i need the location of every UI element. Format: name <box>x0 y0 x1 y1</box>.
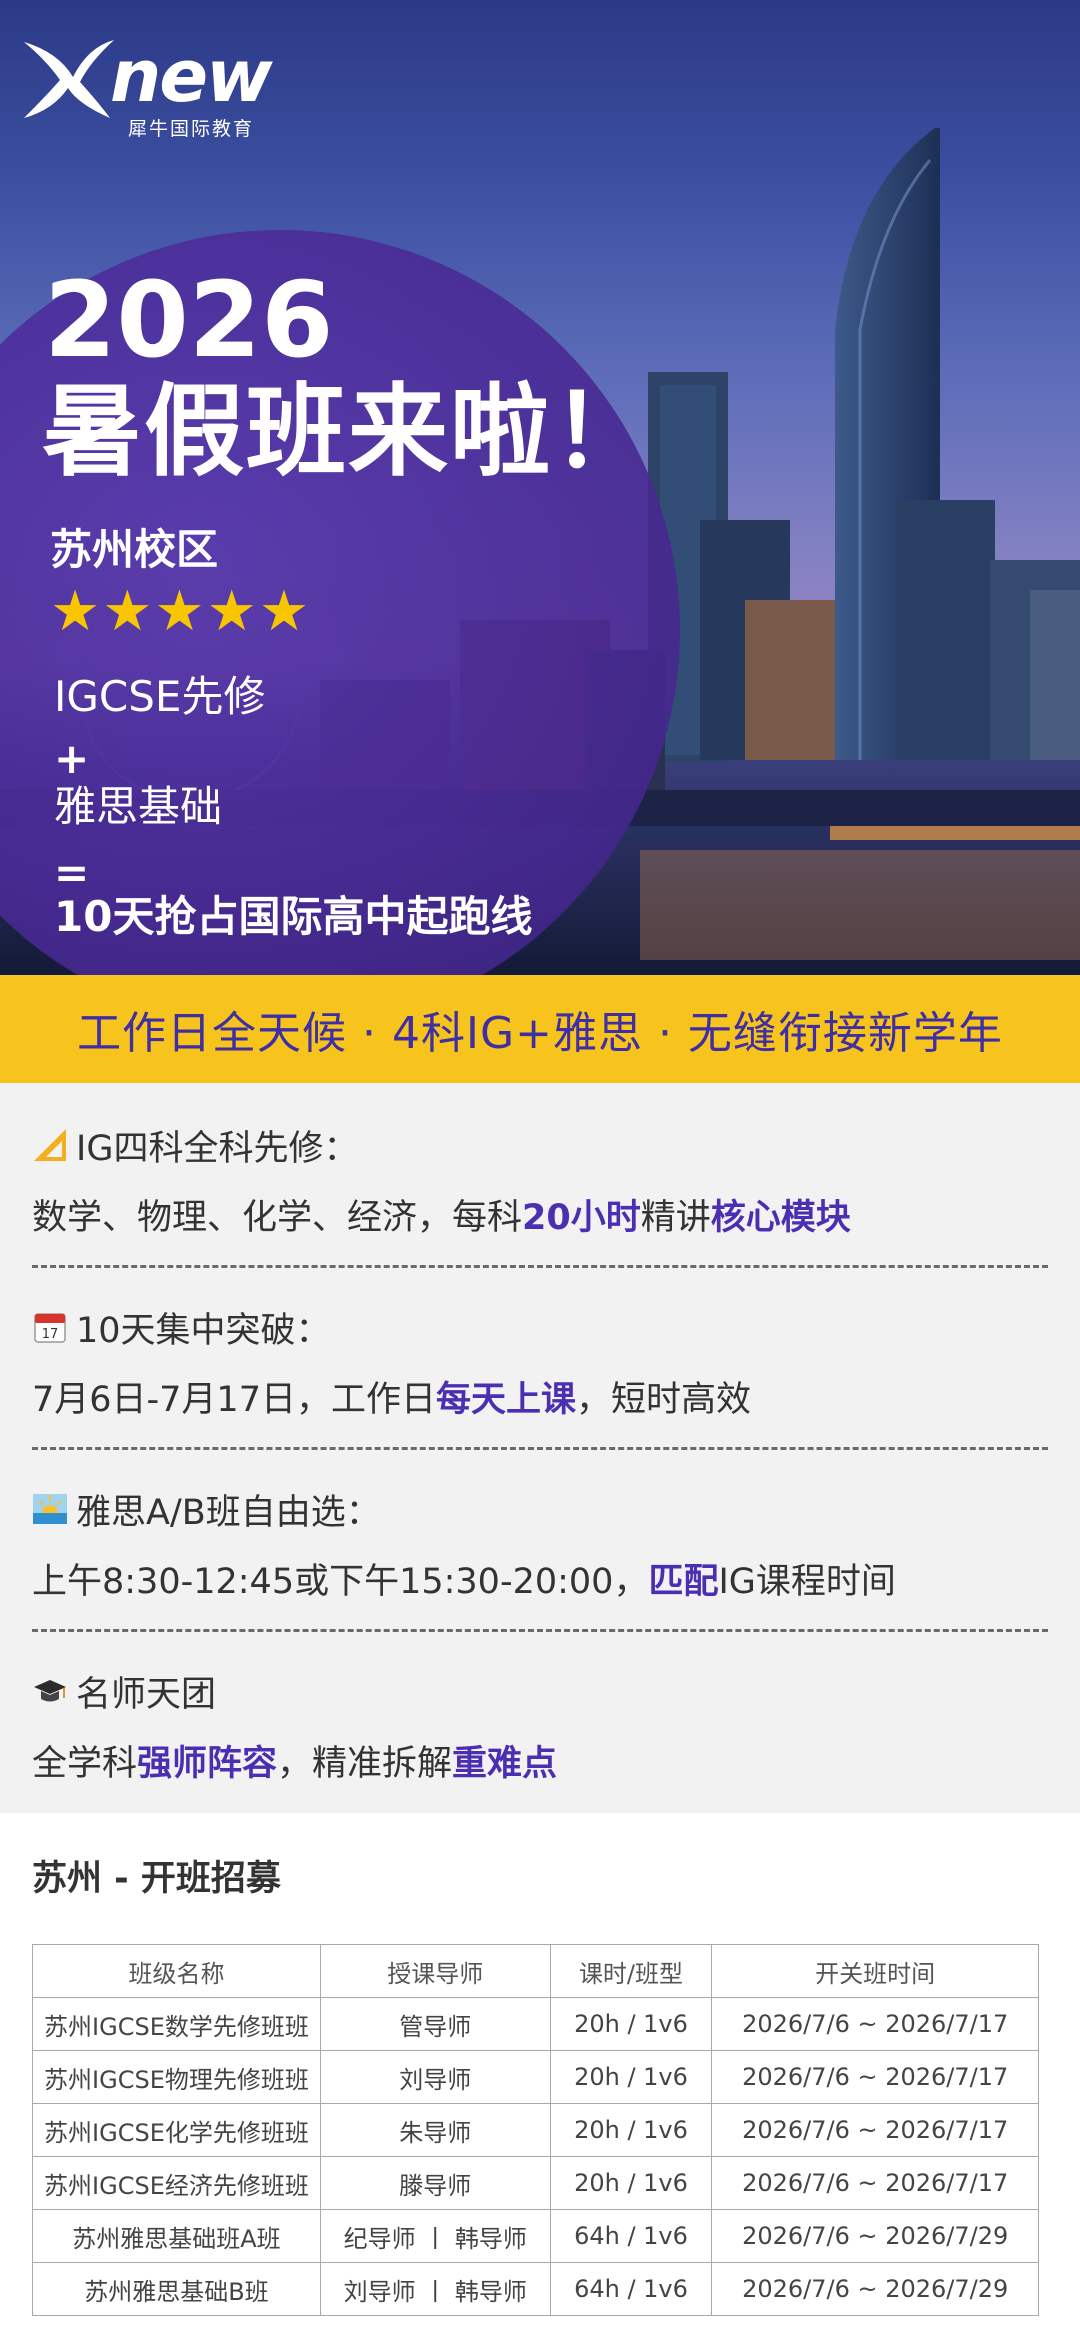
feature-teachers-highlight: 强师阵容 <box>137 1744 278 1784</box>
feature-ielts-body: 上午8:30-12:45或下午15:30-20:00，匹配IG课程时间 <box>32 1553 1052 1604</box>
feature-intensive: 17 10天集中突破： 7月6日-7月17日，工作日每天上课，短时高效 <box>32 1305 1052 1422</box>
hero-plus-sign: + <box>54 734 90 783</box>
column-header: 班级名称 <box>32 1944 321 1998</box>
teacher-cell: 刘导师 <box>319 2050 551 2104</box>
dates-cell: 2026/7/6 ~ 2026/7/17 <box>711 2103 1039 2157</box>
class-name-cell: 苏州IGCSE数学先修班班 <box>32 1997 321 2051</box>
schedule-title: 苏州 - 开班招募 <box>32 1850 281 1901</box>
teacher-cell: 朱导师 <box>319 2103 551 2157</box>
feature-ig-core: 核心模块 <box>710 1198 851 1238</box>
table-row: 苏州IGCSE物理先修班班 刘导师 20h / 1v6 2026/7/6 ~ 2… <box>32 2050 1039 2104</box>
highlight-banner: 工作日全天候 · 4科IG+雅思 · 无缝衔接新学年 <box>0 975 1080 1083</box>
table-row: 苏州IGCSE化学先修班班 朱导师 20h / 1v6 2026/7/6 ~ 2… <box>32 2103 1039 2157</box>
feature-ielts-text: 上午8:30-12:45或下午15:30-20:00， <box>32 1562 649 1602</box>
hours-cell: 20h / 1v6 <box>549 2050 713 2104</box>
divider-2 <box>32 1447 1048 1450</box>
dates-cell: 2026/7/6 ~ 2026/7/17 <box>711 2156 1039 2210</box>
hero-year: 2026 <box>44 259 334 381</box>
teacher-cell: 管导师 <box>319 1997 551 2051</box>
divider-3 <box>32 1629 1048 1632</box>
hero-equals-sign: = <box>54 848 90 897</box>
teacher-cell: 滕导师 <box>319 2156 551 2210</box>
graduation-cap-icon <box>32 1673 68 1709</box>
feature-ielts: 雅思A/B班自由选： 上午8:30-12:45或下午15:30-20:00，匹配… <box>32 1487 1052 1604</box>
feature-ig-hours: 20小时 <box>522 1198 641 1238</box>
feature-teachers-text: 全学科 <box>32 1744 138 1784</box>
sunrise-icon <box>32 1491 68 1527</box>
class-name-cell: 苏州IGCSE化学先修班班 <box>32 2103 321 2157</box>
table-header-row: 班级名称 授课导师 课时/班型 开关班时间 <box>32 1944 1039 1998</box>
hours-cell: 64h / 1v6 <box>549 2262 713 2316</box>
hero-tagline: 10天抢占国际高中起跑线 <box>54 892 533 941</box>
column-header: 授课导师 <box>319 1944 551 1998</box>
table-row: 苏州雅思基础B班 刘导师 丨 韩导师 64h / 1v6 2026/7/6 ~ … <box>32 2262 1039 2316</box>
brand-wordmark: new <box>110 34 273 118</box>
hours-cell: 20h / 1v6 <box>549 2156 713 2210</box>
table-row: 苏州IGCSE数学先修班班 管导师 20h / 1v6 2026/7/6 ~ 2… <box>32 1997 1039 2051</box>
table-row: 苏州雅思基础班A班 纪导师 丨 韩导师 64h / 1v6 2026/7/6 ~… <box>32 2209 1039 2263</box>
feature-intensive-text: 7月6日-7月17日，工作日 <box>32 1380 436 1420</box>
dates-cell: 2026/7/6 ~ 2026/7/17 <box>711 1997 1039 2051</box>
feature-ig-body: 数学、物理、化学、经济，每科20小时精讲核心模块 <box>32 1189 1052 1240</box>
feature-ielts-text-2: IG课程时间 <box>718 1562 896 1602</box>
feature-teachers-body: 全学科强师阵容，精准拆解重难点 <box>32 1735 1052 1786</box>
brand-subtitle: 犀牛国际教育 <box>128 118 255 140</box>
hero-ielts-line: 雅思基础 <box>54 782 223 831</box>
dates-cell: 2026/7/6 ~ 2026/7/17 <box>711 2050 1039 2104</box>
divider-1 <box>32 1265 1048 1268</box>
feature-intensive-head: 10天集中突破： <box>76 1310 331 1351</box>
hours-cell: 64h / 1v6 <box>549 2209 713 2263</box>
banner-text: 工作日全天候 · 4科IG+雅思 · 无缝衔接新学年 <box>77 1008 1003 1059</box>
rhino-x-logo-icon <box>24 40 114 118</box>
brand-logo: new 犀牛国际教育 <box>18 32 288 142</box>
feature-ielts-head: 雅思A/B班自由选： <box>76 1492 381 1533</box>
column-header: 开关班时间 <box>711 1944 1039 1998</box>
schedule-title-main: 开班招募 <box>140 1859 281 1899</box>
hours-cell: 20h / 1v6 <box>549 2103 713 2157</box>
dates-cell: 2026/7/6 ~ 2026/7/29 <box>711 2209 1039 2263</box>
table-row: 苏州IGCSE经济先修班班 滕导师 20h / 1v6 2026/7/6 ~ 2… <box>32 2156 1039 2210</box>
column-header: 课时/班型 <box>549 1944 713 1998</box>
class-name-cell: 苏州雅思基础班A班 <box>32 2209 321 2263</box>
hero-title: 暑假班来啦！ <box>42 373 654 490</box>
feature-teachers-head: 名师天团 <box>76 1674 217 1715</box>
triangle-ruler-icon <box>32 1127 68 1163</box>
feature-teachers-highlight-2: 重难点 <box>452 1744 558 1784</box>
class-name-cell: 苏州IGCSE物理先修班班 <box>32 2050 321 2104</box>
feature-intensive-body: 7月6日-7月17日，工作日每天上课，短时高效 <box>32 1371 1052 1422</box>
class-name-cell: 苏州雅思基础B班 <box>32 2262 321 2316</box>
schedule-title-prefix: 苏州 - <box>32 1859 141 1899</box>
hero-poster: new 犀牛国际教育 2026 暑假班来啦！ 苏州校区 ★★★★★ IGCSE先… <box>0 0 1080 975</box>
features-section: IG四科全科先修： 数学、物理、化学、经济，每科20小时精讲核心模块 17 10… <box>0 1083 1080 1813</box>
hours-cell: 20h / 1v6 <box>549 1997 713 2051</box>
calendar-icon: 17 <box>32 1309 68 1345</box>
course-schedule-table: 班级名称 授课导师 课时/班型 开关班时间 苏州IGCSE数学先修班班 管导师 … <box>32 1944 1039 2316</box>
feature-ig-head: IG四科全科先修： <box>76 1128 359 1169</box>
feature-teachers-text-2: ，精准拆解 <box>277 1744 453 1784</box>
dates-cell: 2026/7/6 ~ 2026/7/29 <box>711 2262 1039 2316</box>
feature-intensive-highlight: 每天上课 <box>435 1380 576 1420</box>
feature-intensive-text-2: ，短时高效 <box>576 1380 752 1420</box>
rating-stars: ★★★★★ <box>50 579 312 644</box>
hero-igcse-line: IGCSE先修 <box>54 672 266 721</box>
feature-ig-text: 数学、物理、化学、经济，每科 <box>32 1198 523 1238</box>
feature-ig-text-2: 精讲 <box>640 1198 711 1238</box>
teacher-cell: 纪导师 丨 韩导师 <box>319 2209 551 2263</box>
feature-ig-courses: IG四科全科先修： 数学、物理、化学、经济，每科20小时精讲核心模块 <box>32 1123 1052 1240</box>
feature-ielts-highlight: 匹配 <box>648 1562 719 1602</box>
class-name-cell: 苏州IGCSE经济先修班班 <box>32 2156 321 2210</box>
svg-text:17: 17 <box>42 1327 59 1342</box>
teacher-cell: 刘导师 丨 韩导师 <box>319 2262 551 2316</box>
campus-label: 苏州校区 <box>50 525 219 574</box>
feature-teachers: 名师天团 全学科强师阵容，精准拆解重难点 <box>32 1669 1052 1786</box>
